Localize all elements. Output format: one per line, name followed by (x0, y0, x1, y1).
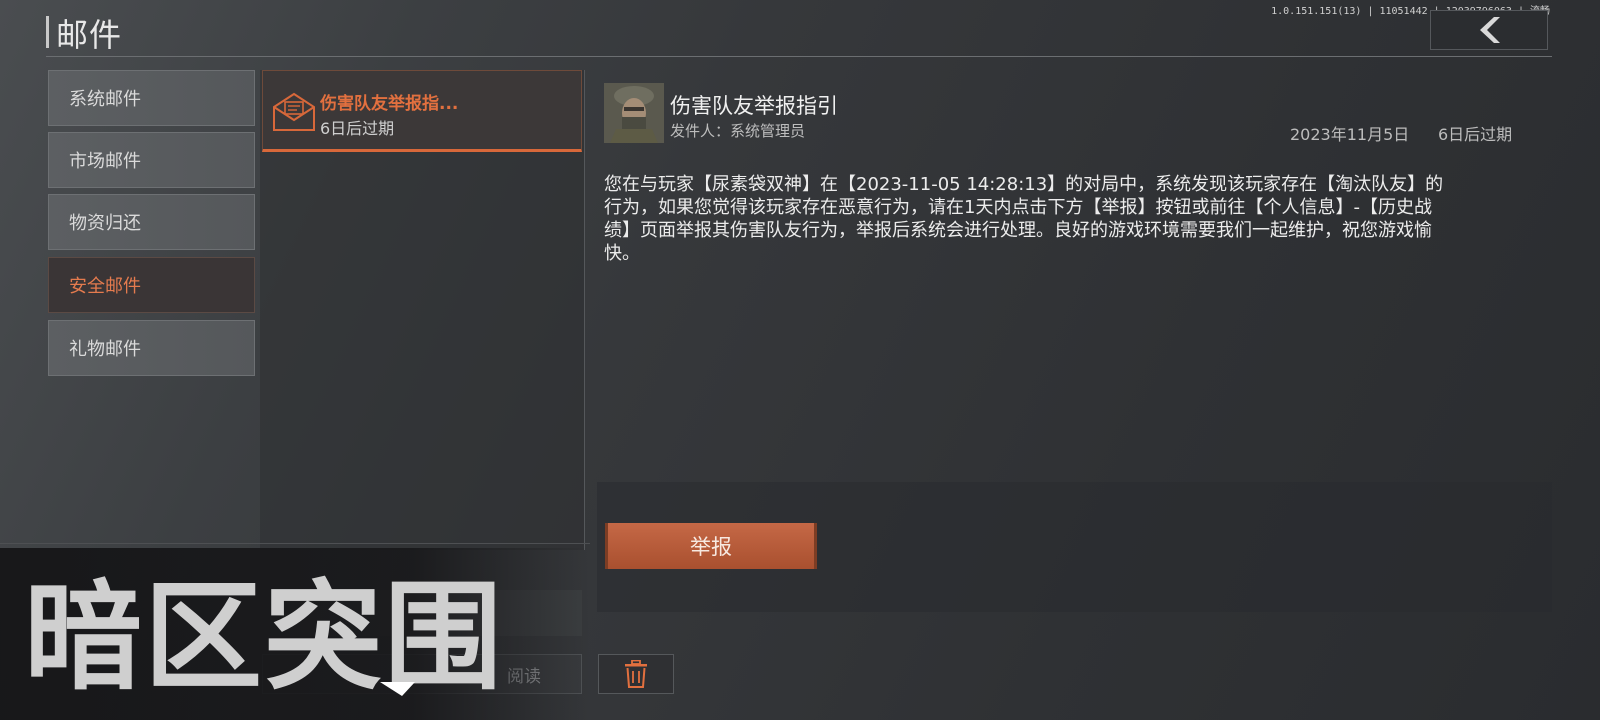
mail-body-line: 绩】页面举报其伤害队友行为，举报后系统会进行处理。良好的游戏环境需要我们一起维护… (604, 220, 1432, 241)
category-system-mail[interactable]: 系统邮件 (48, 70, 255, 126)
category-label: 市场邮件 (69, 151, 141, 172)
bottom-divider (0, 543, 590, 544)
mail-item-expiry: 6日后过期 (320, 119, 395, 138)
mail-expiry: 6日后过期 (1438, 125, 1513, 144)
mail-detail-title: 伤害队友举报指引 (670, 94, 838, 118)
mail-body-line: 行为，如果您觉得该玩家存在恶意行为，请在1天内点击下方【举报】按钮或前往【个人信… (604, 197, 1432, 218)
mail-list-item[interactable]: 伤害队友举报指... 6日后过期 (262, 70, 582, 152)
mail-body-line: 您在与玩家【尿素袋双神】在【2023-11-05 14:28:13】的对局中，系… (604, 174, 1444, 195)
logo-text: 暗区突围 (24, 568, 504, 696)
mail-item-title: 伤害队友举报指... (320, 94, 459, 114)
category-label: 礼物邮件 (69, 339, 141, 360)
report-button[interactable]: 举报 (605, 523, 817, 569)
mail-body-line: 快。 (604, 243, 640, 264)
trash-icon (625, 660, 647, 688)
category-supply-return[interactable]: 物资归还 (48, 194, 255, 250)
category-market-mail[interactable]: 市场邮件 (48, 132, 255, 188)
back-button[interactable] (1430, 10, 1548, 50)
category-label: 系统邮件 (69, 89, 141, 110)
envelope-icon (273, 92, 315, 131)
delete-button[interactable] (598, 654, 674, 694)
mail-body: 您在与玩家【尿素袋双神】在【2023-11-05 14:28:13】的对局中，系… (604, 173, 1504, 265)
header-divider (46, 56, 1552, 57)
sender-avatar (604, 83, 664, 143)
category-label: 安全邮件 (69, 276, 141, 297)
mail-sender: 发件人：系统管理员 (670, 122, 806, 140)
column-divider (584, 70, 585, 550)
title-accent-bar (46, 16, 49, 48)
page-title: 邮件 (56, 16, 123, 54)
category-label: 物资归还 (69, 213, 141, 234)
game-logo: 暗区突围 (20, 566, 520, 706)
category-gift-mail[interactable]: 礼物邮件 (48, 320, 255, 376)
mail-date: 2023年11月5日 (1290, 125, 1410, 144)
chevron-left-icon (1480, 17, 1500, 43)
category-security-mail[interactable]: 安全邮件 (48, 257, 255, 313)
